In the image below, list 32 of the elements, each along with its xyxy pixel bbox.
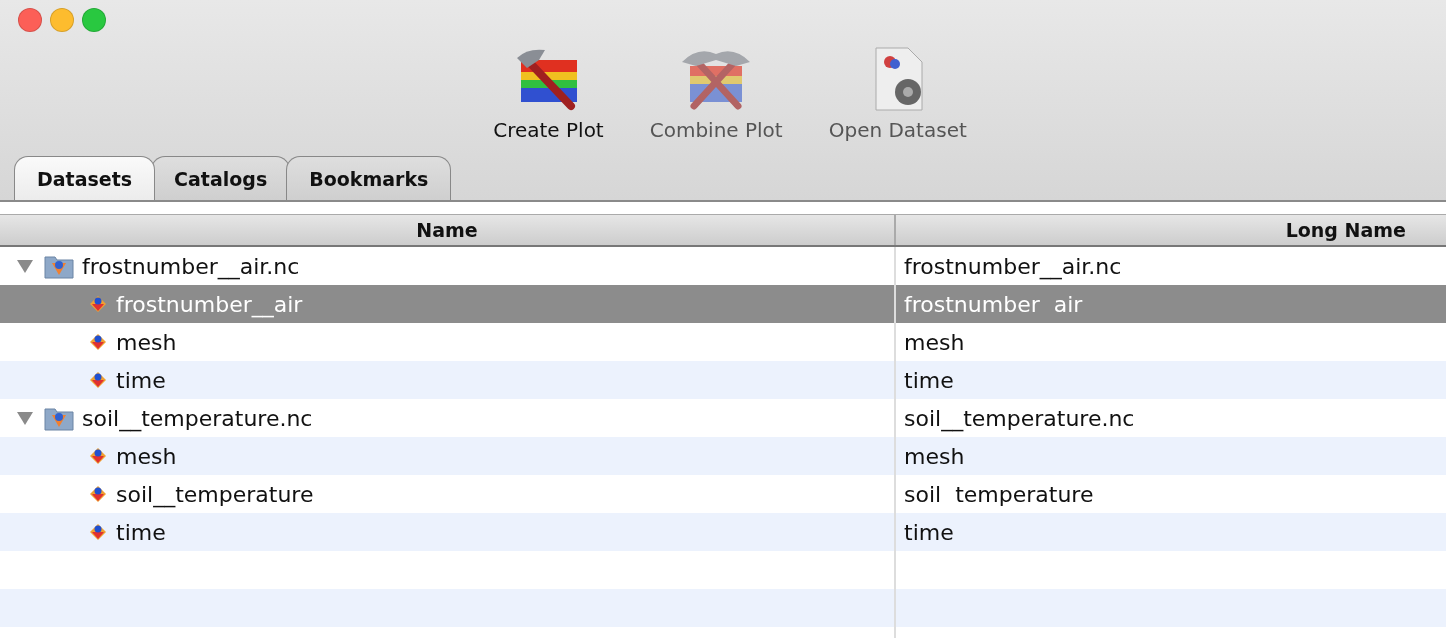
name-text: time — [116, 367, 166, 393]
variable-icon — [88, 522, 108, 542]
name-text: frostnumber__air — [116, 291, 303, 317]
close-window-button[interactable] — [18, 8, 42, 32]
long-name-text: soil temperature — [904, 481, 1094, 507]
long-name-text: mesh — [904, 443, 965, 469]
variable-icon — [88, 484, 108, 504]
toolbar-button[interactable]: Create Plot — [493, 46, 604, 142]
column-header[interactable]: Name — [0, 215, 894, 245]
name-text: mesh — [116, 329, 177, 355]
zoom-window-button[interactable] — [82, 8, 106, 32]
long-name-text: mesh — [904, 329, 965, 355]
column-header[interactable]: Long Name — [894, 215, 1446, 245]
minimize-window-button[interactable] — [50, 8, 74, 32]
long-name-text: time — [904, 519, 954, 545]
variable-icon — [88, 332, 108, 352]
variable-icon — [88, 370, 108, 390]
name-text: soil__temperature — [116, 481, 314, 507]
variable-icon — [88, 446, 108, 466]
long-name-text: time — [904, 367, 954, 393]
tab[interactable]: Bookmarks — [286, 156, 452, 200]
long-name-text: soil__temperature.nc — [904, 405, 1135, 431]
name-text: frostnumber__air.nc — [82, 253, 300, 279]
name-text: soil__temperature.nc — [82, 405, 313, 431]
long-name-text: frostnumber air — [904, 291, 1083, 317]
long-name-text: frostnumber__air.nc — [904, 253, 1122, 279]
tab[interactable]: Datasets — [14, 156, 156, 200]
name-text: mesh — [116, 443, 177, 469]
dataset-icon — [44, 405, 74, 431]
variable-icon — [88, 294, 108, 314]
name-text: time — [116, 519, 166, 545]
dataset-icon — [44, 253, 74, 279]
